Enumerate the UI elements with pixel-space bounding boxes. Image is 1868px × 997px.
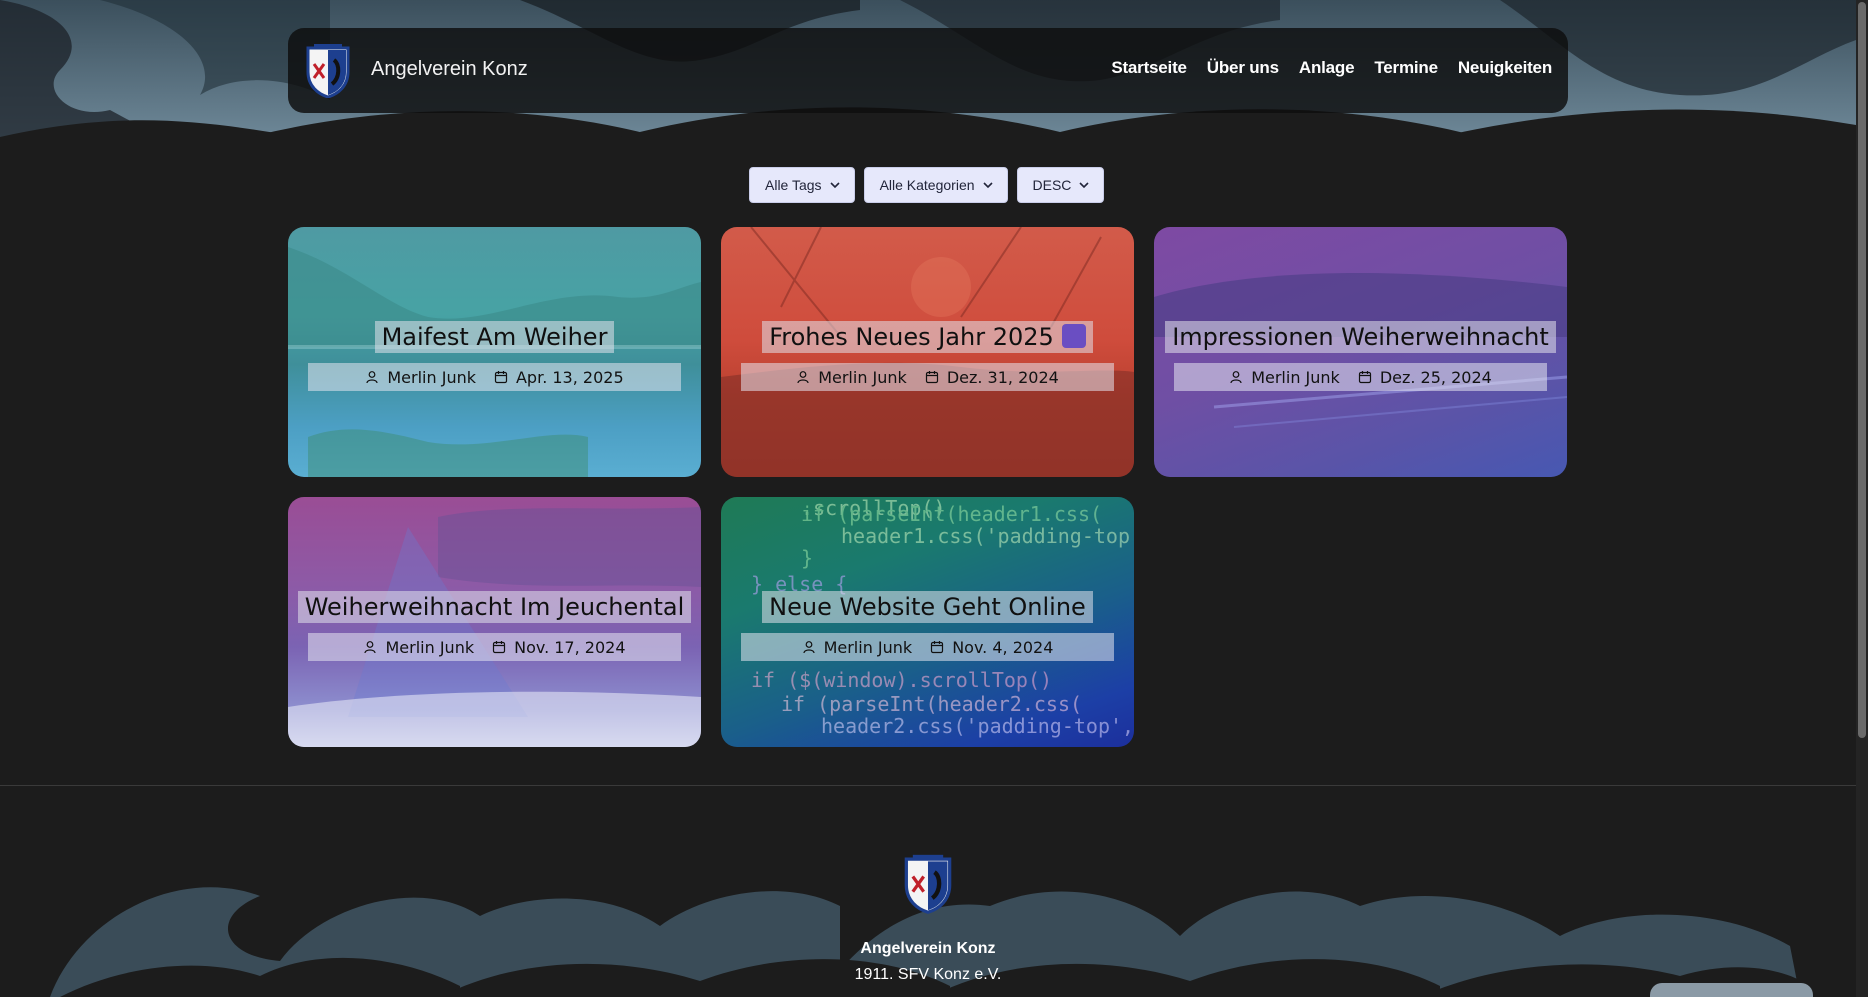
nav-item-ueber-uns[interactable]: Über uns bbox=[1207, 58, 1279, 78]
post-author: Merlin Junk bbox=[385, 637, 475, 657]
post-meta: Merlin Junk Nov. 4, 2024 bbox=[741, 633, 1114, 661]
post-title[interactable]: Neue Website Geht Online bbox=[762, 591, 1093, 623]
user-icon bbox=[797, 371, 809, 384]
svg-text:header1.css('padding-top',: header1.css('padding-top', bbox=[841, 524, 1134, 548]
post-meta: Merlin Junk Apr. 13, 2025 bbox=[308, 363, 681, 391]
user-icon bbox=[366, 371, 378, 384]
post-author: Merlin Junk bbox=[818, 367, 907, 387]
post-card[interactable]: .scrollTop() if (parseInt(header1.css( h… bbox=[721, 497, 1134, 747]
nav-item-anlage[interactable]: Anlage bbox=[1299, 58, 1355, 78]
post-title[interactable]: Impressionen Weiherweihnacht bbox=[1165, 321, 1556, 353]
nav-item-termine[interactable]: Termine bbox=[1374, 58, 1438, 78]
svg-text:if ($(window).scrollTop(): if ($(window).scrollTop() bbox=[751, 668, 1052, 692]
post-card[interactable]: Frohes Neues Jahr 2025 Merlin Junk Dez. … bbox=[721, 227, 1134, 477]
filter-bar: Alle Tags Alle Kategorien DESC bbox=[749, 167, 1105, 203]
page-scrollbar[interactable] bbox=[1856, 0, 1868, 997]
footer-club-name: Angelverein Konz bbox=[860, 940, 996, 957]
main-nav: Startseite Über uns Anlage Termine Neuig… bbox=[1111, 58, 1552, 78]
calendar-icon bbox=[925, 371, 938, 384]
sort-order-select[interactable]: DESC bbox=[1016, 167, 1105, 203]
post-date: Dez. 31, 2024 bbox=[946, 367, 1059, 387]
post-date: Nov. 17, 2024 bbox=[514, 637, 626, 657]
floating-action-button[interactable] bbox=[1650, 983, 1813, 997]
chevron-down-icon bbox=[1079, 182, 1089, 189]
scrollbar-thumb[interactable] bbox=[1858, 2, 1866, 738]
post-card[interactable]: Weiherweihnacht Im Jeuchental Merlin Jun… bbox=[288, 497, 701, 747]
brand-name[interactable]: Angelverein Konz bbox=[371, 58, 528, 81]
club-crest-icon[interactable] bbox=[304, 42, 352, 99]
post-meta: Merlin Junk Dez. 31, 2024 bbox=[741, 363, 1114, 391]
tags-filter-select[interactable]: Alle Tags bbox=[749, 167, 855, 203]
post-title[interactable]: Maifest Am Weiher bbox=[374, 321, 615, 353]
user-icon bbox=[802, 641, 815, 654]
tags-filter-label: Alle Tags bbox=[765, 177, 822, 193]
post-date: Dez. 25, 2024 bbox=[1379, 367, 1492, 387]
user-icon bbox=[364, 641, 377, 654]
user-icon bbox=[1230, 371, 1242, 384]
post-title[interactable]: Frohes Neues Jahr 2025 bbox=[762, 321, 1093, 353]
post-author: Merlin Junk bbox=[823, 637, 913, 657]
post-author: Merlin Junk bbox=[387, 367, 476, 387]
nav-item-startseite[interactable]: Startseite bbox=[1111, 58, 1187, 78]
footer-club-subtitle: 1911. SFV Konz e.V. bbox=[854, 966, 1002, 983]
svg-text:}: } bbox=[801, 546, 813, 570]
categories-filter-select[interactable]: Alle Kategorien bbox=[863, 167, 1008, 203]
calendar-icon bbox=[931, 641, 944, 654]
chevron-down-icon bbox=[982, 182, 993, 189]
post-date: Apr. 13, 2025 bbox=[515, 367, 624, 387]
post-title[interactable]: Weiherweihnacht Im Jeuchental bbox=[297, 591, 692, 623]
club-crest-icon bbox=[902, 850, 954, 916]
svg-text:if (parseInt(header2.css(: if (parseInt(header2.css( bbox=[781, 692, 1082, 716]
post-card[interactable]: Maifest Am Weiher Merlin Junk Apr. 13, 2… bbox=[288, 227, 701, 477]
svg-text:if (parseInt(header1.css(: if (parseInt(header1.css( bbox=[801, 502, 1102, 526]
categories-filter-label: Alle Kategorien bbox=[879, 177, 975, 193]
post-card[interactable]: Impressionen Weiherweihnacht Merlin Junk… bbox=[1154, 227, 1567, 477]
calendar-icon bbox=[1358, 371, 1371, 384]
nav-item-neuigkeiten[interactable]: Neuigkeiten bbox=[1458, 58, 1552, 78]
navbar: Angelverein Konz Startseite Über uns Anl… bbox=[288, 28, 1568, 113]
chevron-down-icon bbox=[829, 182, 840, 189]
sort-order-label: DESC bbox=[1032, 177, 1072, 193]
post-meta: Merlin Junk Nov. 17, 2024 bbox=[308, 633, 681, 661]
post-meta: Merlin Junk Dez. 25, 2024 bbox=[1174, 363, 1547, 391]
calendar-icon bbox=[492, 641, 506, 654]
calendar-icon bbox=[494, 371, 508, 384]
post-author: Merlin Junk bbox=[1251, 367, 1340, 387]
post-date: Nov. 4, 2024 bbox=[952, 637, 1054, 657]
svg-text:header2.css('padding-top',: header2.css('padding-top', bbox=[821, 714, 1134, 738]
fireworks-emoji-icon bbox=[1061, 324, 1086, 348]
